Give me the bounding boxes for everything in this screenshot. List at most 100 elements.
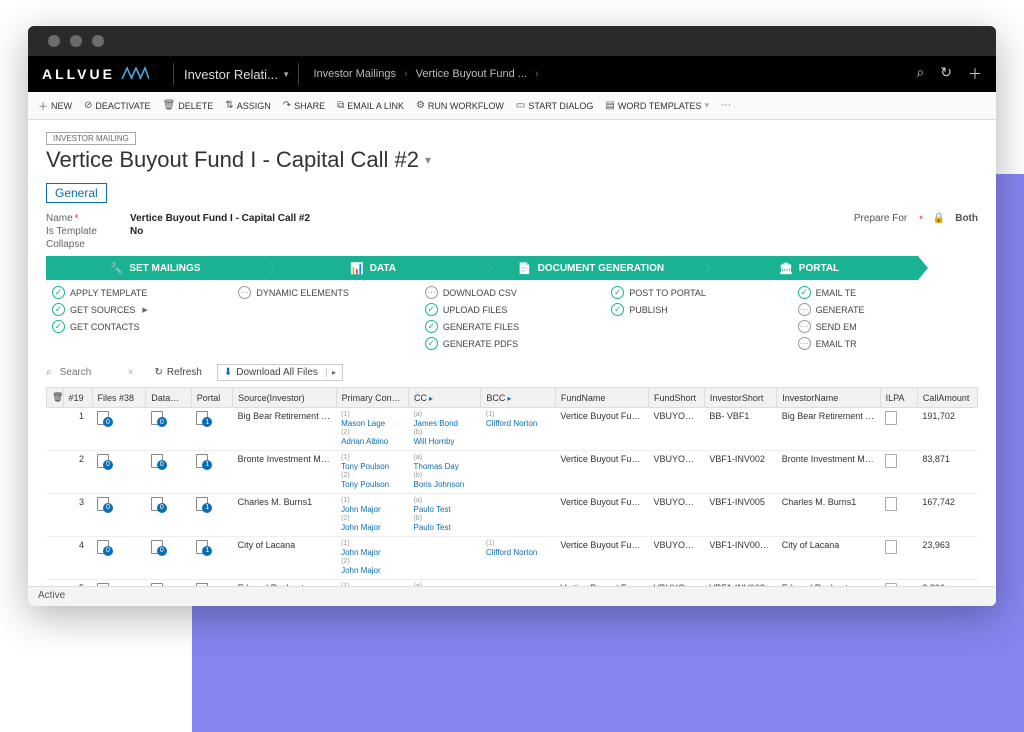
- search-icon: ⌕: [46, 367, 52, 378]
- module-switcher[interactable]: Investor Relati... ▾: [184, 67, 288, 82]
- ellipsis-icon: ⋯: [798, 337, 811, 350]
- substep-item[interactable]: ✓GENERATE FILES: [425, 320, 605, 333]
- breadcrumb-item[interactable]: Vertice Buyout Fund ...: [416, 68, 527, 80]
- substep-item[interactable]: ⋯SEND EM: [798, 320, 978, 333]
- file-icon[interactable]: 0: [97, 497, 109, 511]
- recent-icon[interactable]: ↻: [940, 64, 952, 84]
- divider: [173, 63, 174, 85]
- file-icon[interactable]: 0: [151, 497, 163, 511]
- field-name-value[interactable]: Vertice Buyout Fund I - Capital Call #2: [130, 213, 310, 224]
- search-icon[interactable]: ⌕: [916, 64, 924, 84]
- check-icon: ✓: [425, 337, 438, 350]
- col-header[interactable]: InvestorName: [777, 388, 880, 408]
- col-header[interactable]: Primary Contact▸: [336, 388, 408, 408]
- breadcrumb-item[interactable]: Investor Mailings: [313, 68, 396, 80]
- chevron-right-icon[interactable]: ▸: [507, 394, 511, 403]
- col-header[interactable]: InvestorShort: [704, 388, 776, 408]
- file-icon[interactable]: 0: [151, 454, 163, 468]
- substep-item[interactable]: ✓UPLOAD FILES: [425, 303, 605, 316]
- download-all-button[interactable]: ⬇Download All Files▸: [217, 364, 343, 381]
- col-header[interactable]: BCC▸: [481, 388, 555, 408]
- col-header[interactable]: DataRo...: [146, 388, 192, 408]
- document-icon[interactable]: [885, 497, 897, 511]
- col-header[interactable]: 🗑: [47, 388, 64, 408]
- field-prepare-value: Both: [955, 213, 978, 224]
- step-icon: 📊: [350, 262, 364, 275]
- cmd-deactivate[interactable]: ⊘DEACTIVATE: [84, 100, 151, 111]
- substep-item[interactable]: ✓GET SOURCES▶: [52, 303, 232, 316]
- file-icon[interactable]: 1: [196, 411, 208, 425]
- substep-item[interactable]: ✓APPLY TEMPLATE: [52, 286, 232, 299]
- col-header[interactable]: #19: [63, 388, 92, 408]
- deactivate-icon: ⊘: [84, 100, 92, 111]
- table-row[interactable]: 1001Big Bear Retirement F...(1) Mason La…: [47, 408, 978, 451]
- table-row[interactable]: 2001Bronte Investment Ma...(1) Tony Poul…: [47, 450, 978, 493]
- file-icon[interactable]: 0: [97, 540, 109, 554]
- document-icon[interactable]: [885, 454, 897, 468]
- file-icon[interactable]: 0: [151, 411, 163, 425]
- substep-item[interactable]: ✓EMAIL TE: [798, 286, 978, 299]
- grid-search-input[interactable]: [60, 367, 120, 378]
- col-header[interactable]: FundShort: [648, 388, 704, 408]
- col-header[interactable]: ILPA: [880, 388, 917, 408]
- substep-item[interactable]: ✓GET CONTACTS: [52, 320, 232, 333]
- plus-icon: ＋: [38, 98, 48, 113]
- cmd-run-workflow[interactable]: ⚙RUN WORKFLOW: [416, 100, 504, 111]
- cmd-word-templates[interactable]: ▤WORD TEMPLATES▾: [605, 100, 709, 111]
- substep-item[interactable]: ✓PUBLISH: [611, 303, 791, 316]
- mailings-table: 🗑#19Files #38DataRo...PortalSource(Inves…: [46, 387, 978, 586]
- table-row[interactable]: 3001Charles M. Burns1(1) John Major(2) J…: [47, 493, 978, 536]
- clear-icon[interactable]: ×: [128, 367, 134, 378]
- chevron-right-icon[interactable]: ▸: [429, 394, 433, 403]
- file-icon[interactable]: 0: [151, 540, 163, 554]
- document-icon[interactable]: [885, 540, 897, 554]
- substep-item[interactable]: ⋯GENERATE: [798, 303, 978, 316]
- cmd-email-link[interactable]: ⧉EMAIL A LINK: [337, 100, 404, 111]
- substep-item[interactable]: ⋯DOWNLOAD CSV: [425, 286, 605, 299]
- step-data[interactable]: 📊DATA: [264, 256, 482, 280]
- logo-mark-icon: [121, 66, 149, 83]
- table-row[interactable]: 5001Edward Rochester(1) Sonia Arraut(2) …: [47, 579, 978, 586]
- title-dropdown-icon[interactable]: ▾: [425, 153, 431, 167]
- col-header[interactable]: Source(Investor): [233, 388, 336, 408]
- step-portal[interactable]: 🏛PORTAL: [700, 256, 918, 280]
- cmd-assign[interactable]: ⇅ASSIGN: [225, 100, 270, 111]
- substep-item[interactable]: ✓GENERATE PDFS: [425, 337, 605, 350]
- col-header[interactable]: CallAmount: [917, 388, 977, 408]
- section-general[interactable]: General: [46, 183, 107, 203]
- field-template-value[interactable]: No: [130, 226, 143, 237]
- cmd-share[interactable]: ↷SHARE: [283, 100, 325, 111]
- new-icon[interactable]: ＋: [968, 64, 982, 84]
- field-label: Name: [46, 213, 73, 224]
- chevron-right-icon: ›: [404, 68, 408, 80]
- step-icon: 🔧: [110, 262, 124, 275]
- substep-item[interactable]: ⋯EMAIL TR: [798, 337, 978, 350]
- document-icon[interactable]: [885, 411, 897, 425]
- step-set-mailings[interactable]: 🔧SET MAILINGS: [46, 256, 264, 280]
- step-document-generation[interactable]: 📄DOCUMENT GENERATION: [482, 256, 700, 280]
- cmd-delete[interactable]: 🗑DELETE: [163, 100, 214, 111]
- col-header[interactable]: Files #38: [92, 388, 146, 408]
- cmd-new[interactable]: ＋NEW: [38, 98, 72, 113]
- substep-item[interactable]: ✓POST TO PORTAL: [611, 286, 791, 299]
- chevron-right-icon[interactable]: ▸: [326, 368, 336, 377]
- cmd-overflow[interactable]: ⋯: [721, 100, 731, 111]
- check-icon: ✓: [425, 320, 438, 333]
- chevron-down-icon: ▾: [284, 69, 289, 80]
- file-icon[interactable]: 1: [196, 454, 208, 468]
- col-header[interactable]: Portal: [191, 388, 232, 408]
- file-icon[interactable]: 0: [97, 454, 109, 468]
- col-header[interactable]: FundName: [555, 388, 648, 408]
- table-body: 1001Big Bear Retirement F...(1) Mason La…: [47, 408, 978, 587]
- cmd-start-dialog[interactable]: ▭START DIALOG: [516, 100, 593, 111]
- col-header[interactable]: CC▸: [409, 388, 481, 408]
- table-row[interactable]: 4001City of Lacana(1) John Major(2) John…: [47, 536, 978, 579]
- file-icon[interactable]: 1: [196, 540, 208, 554]
- refresh-button[interactable]: ↻Refresh: [147, 364, 208, 381]
- file-icon[interactable]: 1: [196, 497, 208, 511]
- app-logo[interactable]: ALLVUE: [42, 66, 149, 83]
- dialog-icon: ▭: [516, 100, 525, 111]
- field-label[interactable]: Collapse: [46, 239, 130, 250]
- file-icon[interactable]: 0: [97, 411, 109, 425]
- substep-item[interactable]: ⋯DYNAMIC ELEMENTS: [238, 286, 418, 299]
